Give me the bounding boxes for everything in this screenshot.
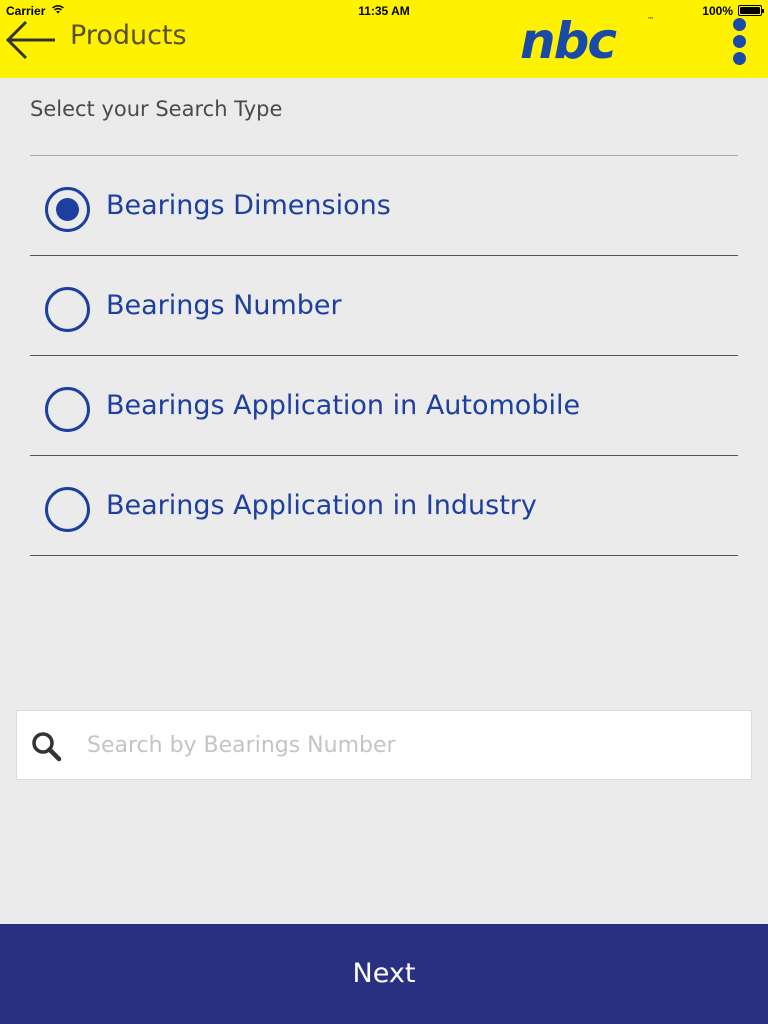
more-options-button[interactable] [728, 16, 752, 66]
app-header: Carrier 11:35 AM 100% Products nbc ™ [0, 0, 768, 78]
option-bearings-number[interactable]: Bearings Number [30, 256, 738, 356]
radio-unselected-icon[interactable] [45, 387, 90, 432]
more-vertical-icon [733, 18, 746, 31]
radio-unselected-icon[interactable] [45, 487, 90, 532]
radio-selected-icon[interactable] [45, 187, 90, 232]
option-label: Bearings Dimensions [106, 190, 391, 221]
arrow-left-icon [5, 20, 55, 60]
next-button[interactable]: Next [0, 924, 768, 1024]
option-application-automobile[interactable]: Bearings Application in Automobile [30, 356, 738, 456]
page-title: Products [70, 20, 187, 51]
radio-unselected-icon[interactable] [45, 287, 90, 332]
search-bar [16, 710, 752, 780]
back-button[interactable] [4, 18, 58, 62]
search-input[interactable] [87, 725, 737, 765]
option-application-industry[interactable]: Bearings Application in Industry [30, 456, 738, 556]
search-type-options: Bearings Dimensions Bearings Number Bear… [30, 155, 738, 556]
logo-wordmark: nbc [520, 12, 617, 70]
option-bearings-dimensions[interactable]: Bearings Dimensions [30, 156, 738, 256]
option-label: Bearings Application in Automobile [106, 390, 581, 421]
more-vertical-icon-dot [733, 52, 746, 65]
trademark-mark: ™ [647, 16, 654, 24]
nbc-logo: nbc ™ [520, 16, 660, 66]
battery-icon [738, 5, 764, 16]
more-vertical-icon-dot [733, 35, 746, 48]
search-type-heading: Select your Search Type [30, 97, 283, 121]
search-icon [32, 732, 62, 762]
option-label: Bearings Number [106, 290, 342, 321]
option-label: Bearings Application in Industry [106, 490, 537, 521]
